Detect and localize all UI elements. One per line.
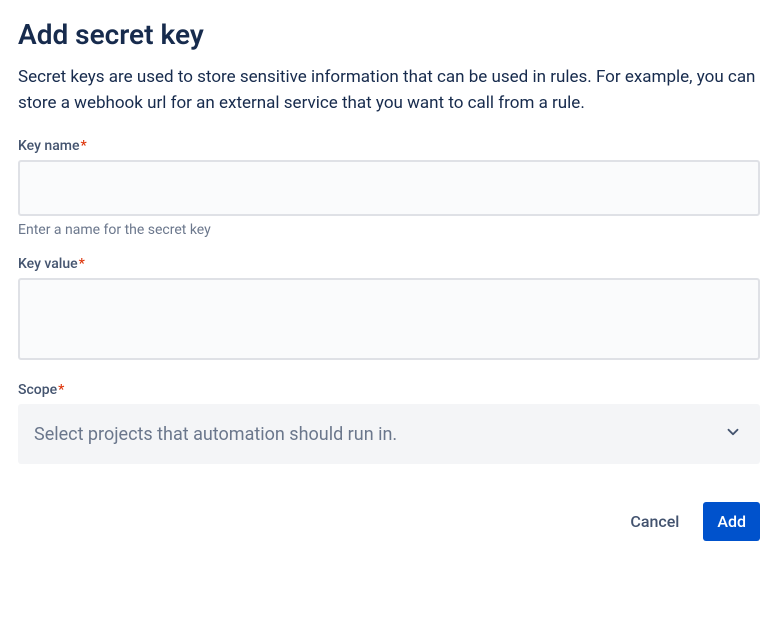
cancel-button[interactable]: Cancel [616, 502, 693, 541]
key-name-input[interactable] [18, 160, 760, 216]
scope-field: Scope* Select projects that automation s… [18, 382, 760, 464]
scope-select-wrap: Select projects that automation should r… [18, 404, 760, 464]
dialog-footer: Cancel Add [18, 502, 760, 541]
scope-select[interactable]: Select projects that automation should r… [18, 404, 760, 464]
key-name-label-text: Key name [18, 138, 79, 154]
key-name-label: Key name* [18, 138, 760, 154]
required-asterisk: * [58, 382, 64, 398]
key-value-label: Key value* [18, 256, 760, 272]
page-title: Add secret key [18, 18, 760, 51]
scope-label-text: Scope [18, 382, 57, 398]
required-asterisk: * [80, 138, 86, 154]
required-asterisk: * [79, 256, 85, 272]
key-value-input[interactable] [18, 278, 760, 360]
key-value-field: Key value* [18, 256, 760, 364]
key-name-field: Key name* Enter a name for the secret ke… [18, 138, 760, 238]
scope-placeholder: Select projects that automation should r… [34, 424, 397, 445]
scope-label: Scope* [18, 382, 760, 398]
key-value-label-text: Key value [18, 256, 78, 272]
page-description: Secret keys are used to store sensitive … [18, 65, 760, 116]
key-name-help: Enter a name for the secret key [18, 222, 760, 238]
add-button[interactable]: Add [703, 502, 760, 541]
